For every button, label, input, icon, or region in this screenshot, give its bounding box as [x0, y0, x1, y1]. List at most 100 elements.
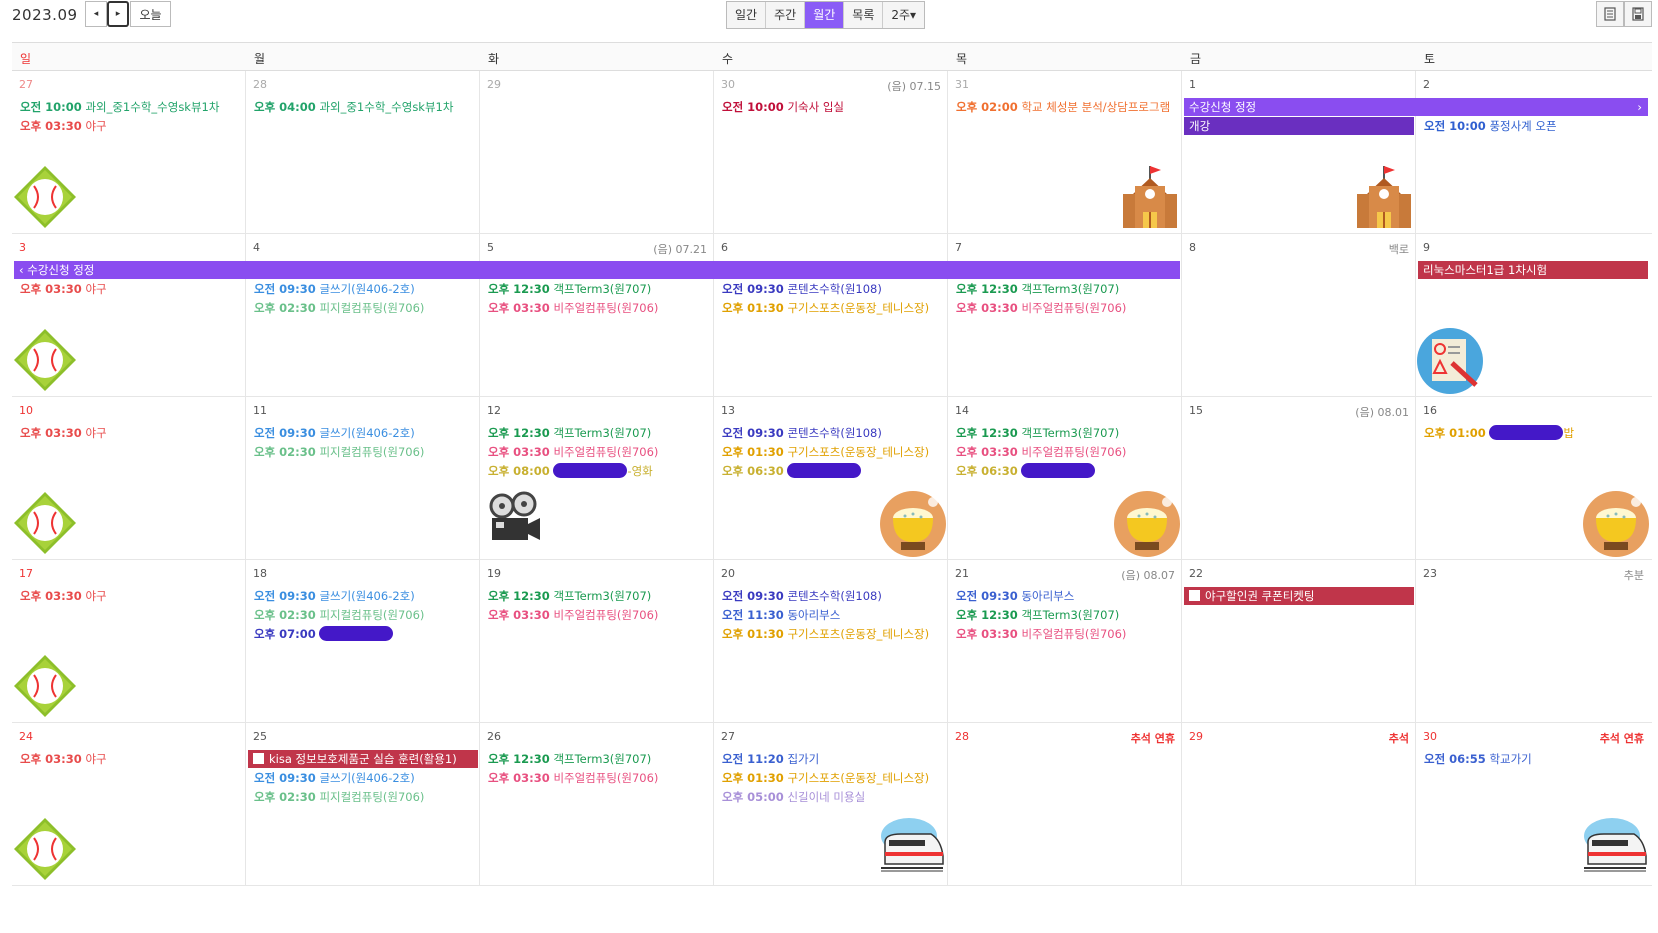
day-cell[interactable]: 2 오전 10:00 풍정사계 오픈 — [1416, 71, 1650, 234]
save-button[interactable] — [1624, 1, 1652, 27]
all-day-event-bar[interactable]: 수강신청 정정 › — [1184, 98, 1648, 116]
day-cell[interactable]: 10 오후 03:30 야구 — [12, 397, 246, 560]
day-number[interactable]: 6 — [721, 241, 728, 254]
calendar-event[interactable]: 오후 03:30 야구 — [20, 751, 242, 767]
all-day-event-bar[interactable]: 리눅스마스터1급 1차시험 — [1418, 261, 1648, 279]
day-number[interactable]: 10 — [19, 404, 33, 417]
all-day-event-bar[interactable]: kisa 정보보호제품군 실습 훈련(활용1) — [248, 750, 478, 768]
calendar-event[interactable]: 오후 04:00 과외_중1수학_수영sk뷰1차 — [254, 99, 476, 115]
day-cell[interactable]: 9 — [1416, 234, 1650, 397]
day-cell[interactable]: 18 오전 09:30 글쓰기(원406-2호) 오후 02:30 피지컬컴퓨팅(원… — [246, 560, 480, 723]
day-number[interactable]: 18 — [253, 567, 267, 580]
day-number[interactable]: 29 — [487, 78, 501, 91]
calendar-event[interactable]: 오후 07:00 — [254, 626, 476, 642]
calendar-event[interactable]: 오후 02:00 학교 체성분 분석/상담프로그램 — [956, 99, 1178, 115]
calendar-event[interactable]: 오전 10:00 풍정사계 오픈 — [1424, 118, 1646, 134]
calendar-event[interactable]: 오후 03:30 비주얼컴퓨팅(원706) — [488, 444, 710, 460]
calendar-event[interactable]: 오후 02:30 피지컬컴퓨팅(원706) — [254, 607, 476, 623]
calendar-event[interactable]: 오후 03:30 야구 — [20, 425, 242, 441]
all-day-event-bar[interactable]: ‹ 수강신청 정정 — [14, 261, 1180, 279]
calendar-event[interactable]: 오전 11:20 집가기 — [722, 751, 944, 767]
day-cell[interactable]: 29 — [480, 71, 714, 234]
day-number[interactable]: 30 — [1423, 730, 1437, 743]
calendar-event[interactable]: 오후 03:30 비주얼컴퓨팅(원706) — [488, 607, 710, 623]
day-cell[interactable]: 29 추석 — [1182, 723, 1416, 886]
calendar-event[interactable]: 오후 02:30 피지컬컴퓨팅(원706) — [254, 789, 476, 805]
day-number[interactable]: 17 — [19, 567, 33, 580]
calendar-event[interactable]: 오전 09:30 콘텐츠수학(원108) — [722, 281, 944, 297]
calendar-event[interactable]: 오전 09:30 글쓰기(원406-2호) — [254, 770, 476, 786]
calendar-event[interactable]: 오전 09:30 글쓰기(원406-2호) — [254, 425, 476, 441]
calendar-event[interactable]: 오전 09:30 동아리부스 — [956, 588, 1178, 604]
day-number[interactable]: 23 — [1423, 567, 1437, 580]
calendar-event[interactable]: 오후 05:00 신길이네 미용실 — [722, 789, 944, 805]
day-number[interactable]: 2 — [1423, 78, 1430, 91]
day-cell[interactable]: 24 오후 03:30 야구 — [12, 723, 246, 886]
calendar-event[interactable]: 오후 12:30 객프Term3(원707) — [488, 281, 710, 297]
day-cell[interactable]: 8 백로 — [1182, 234, 1416, 397]
calendar-event[interactable]: 오후 03:30 야구 — [20, 281, 242, 297]
todo-checkbox[interactable] — [253, 753, 264, 764]
day-cell[interactable]: 3 오후 03:30 야구 — [12, 234, 246, 397]
all-day-event-bar[interactable]: 개강 — [1184, 117, 1414, 135]
day-cell[interactable]: 1 — [1182, 71, 1416, 234]
day-number[interactable]: 27 — [19, 78, 33, 91]
day-number[interactable]: 1 — [1189, 78, 1196, 91]
calendar-event[interactable]: 오후 01:30 구기스포츠(운동장_테니스장) — [722, 444, 944, 460]
day-cell[interactable]: 11 오전 09:30 글쓰기(원406-2호) 오후 02:30 피지컬컴퓨팅(원… — [246, 397, 480, 560]
calendar-event[interactable]: 오후 03:30 야구 — [20, 588, 242, 604]
day-cell[interactable]: 14 오후 12:30 객프Term3(원707) 오후 03:30 비주얼컴퓨팅(… — [948, 397, 1182, 560]
day-cell[interactable]: 13 오전 09:30 콘텐츠수학(원108) 오후 01:30 구기스포츠(운동장… — [714, 397, 948, 560]
day-number[interactable]: 11 — [253, 404, 267, 417]
day-number[interactable]: 26 — [487, 730, 501, 743]
day-cell[interactable]: 16 오후 01:00 밥 — [1416, 397, 1650, 560]
view-two-week-dropdown[interactable]: 2주▾ — [883, 2, 925, 28]
calendar-event[interactable]: 오전 09:30 글쓰기(원406-2호) — [254, 281, 476, 297]
calendar-event[interactable]: 오후 01:30 구기스포츠(운동장_테니스장) — [722, 300, 944, 316]
day-number[interactable]: 31 — [955, 78, 969, 91]
calendar-event[interactable]: 오후 01:30 구기스포츠(운동장_테니스장) — [722, 626, 944, 642]
calendar-event[interactable]: 오후 03:30 비주얼컴퓨팅(원706) — [956, 300, 1178, 316]
calendar-event[interactable]: 오전 09:30 콘텐츠수학(원108) — [722, 588, 944, 604]
calendar-event[interactable]: 오후 02:30 피지컬컴퓨팅(원706) — [254, 444, 476, 460]
calendar-event[interactable]: 오후 12:30 객프Term3(원707) — [956, 607, 1178, 623]
calendar-event[interactable]: 오후 03:30 비주얼컴퓨팅(원706) — [956, 444, 1178, 460]
day-cell[interactable]: 25 오전 09:30 글쓰기(원406-2호) 오후 02:30 피지컬컴퓨팅(원… — [246, 723, 480, 886]
day-cell[interactable]: 30 추석 연휴 오전 06:55 학교가기 — [1416, 723, 1650, 886]
prev-month-button[interactable]: ◂ — [85, 1, 107, 27]
day-number[interactable]: 7 — [955, 241, 962, 254]
todo-checkbox[interactable] — [1189, 590, 1200, 601]
day-number[interactable]: 29 — [1189, 730, 1203, 743]
day-number[interactable]: 27 — [721, 730, 735, 743]
day-number[interactable]: 3 — [19, 241, 26, 254]
calendar-event[interactable]: 오전 09:30 콘텐츠수학(원108) — [722, 425, 944, 441]
day-number[interactable]: 8 — [1189, 241, 1196, 254]
day-number[interactable]: 9 — [1423, 241, 1430, 254]
calendar-event[interactable]: 오후 02:30 피지컬컴퓨팅(원706) — [254, 300, 476, 316]
calendar-event[interactable]: 오후 06:30 — [722, 463, 944, 479]
day-number[interactable]: 13 — [721, 404, 735, 417]
calendar-event[interactable]: 오후 01:30 구기스포츠(운동장_테니스장) — [722, 770, 944, 786]
day-number[interactable]: 24 — [19, 730, 33, 743]
calendar-event[interactable]: 오후 03:30 비주얼컴퓨팅(원706) — [956, 626, 1178, 642]
day-cell[interactable]: 28 추석 연휴 — [948, 723, 1182, 886]
day-number[interactable]: 22 — [1189, 567, 1203, 580]
calendar-event[interactable]: 오후 08:00 -영화 — [488, 463, 710, 479]
day-number[interactable]: 19 — [487, 567, 501, 580]
calendar-event[interactable]: 오후 03:30 비주얼컴퓨팅(원706) — [488, 300, 710, 316]
day-number[interactable]: 4 — [253, 241, 260, 254]
day-cell[interactable]: 4 오전 09:30 글쓰기(원406-2호) 오후 02:30 피지컬컴퓨팅(원7… — [246, 234, 480, 397]
calendar-event[interactable]: 오후 12:30 객프Term3(원707) — [488, 751, 710, 767]
print-button[interactable] — [1596, 1, 1624, 27]
calendar-event[interactable]: 오전 09:30 글쓰기(원406-2호) — [254, 588, 476, 604]
day-cell[interactable]: 23 추분 — [1416, 560, 1650, 723]
day-number[interactable]: 28 — [253, 78, 267, 91]
calendar-event[interactable]: 오후 03:30 비주얼컴퓨팅(원706) — [488, 770, 710, 786]
day-number[interactable]: 15 — [1189, 404, 1203, 417]
day-number[interactable]: 5 — [487, 241, 494, 254]
day-number[interactable]: 21 — [955, 567, 969, 580]
calendar-event[interactable]: 오후 01:00 밥 — [1424, 425, 1646, 441]
day-number[interactable]: 28 — [955, 730, 969, 743]
calendar-event[interactable]: 오후 12:30 객프Term3(원707) — [956, 281, 1178, 297]
view-week-tab[interactable]: 주간 — [766, 2, 806, 28]
